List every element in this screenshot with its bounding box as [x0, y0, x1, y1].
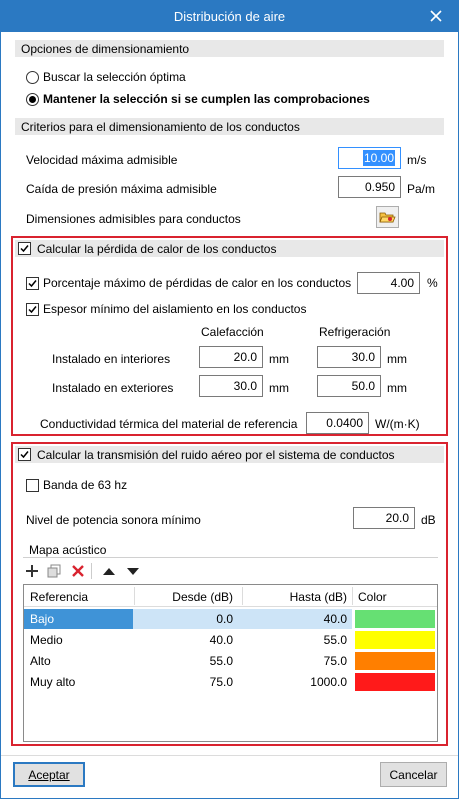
max-velocity-label: Velocidad máxima admisible [26, 153, 178, 167]
dialog-window: Distribución de aire Opciones de dimensi… [0, 0, 459, 799]
col-header-color: Color [358, 590, 387, 604]
table-row-2-color-swatch[interactable] [355, 652, 435, 670]
table-row-0-color-swatch[interactable] [355, 610, 435, 628]
max-pressure-drop-input[interactable]: 0.950 [338, 176, 401, 198]
max-heat-loss-pct-input[interactable]: 4.00 [357, 272, 420, 294]
table-row-0-to[interactable]: 40.0 [243, 609, 351, 629]
exterior-heating-input[interactable]: 30.0 [199, 375, 263, 397]
interior-row-label: Instalado en interiores [52, 352, 171, 366]
acoustic-map-label: Mapa acústico [29, 543, 107, 557]
table-row-1-ref[interactable]: Medio [26, 630, 67, 650]
radio-optimal-label[interactable]: Buscar la selección óptima [43, 70, 186, 84]
table-row-3-to[interactable]: 1000.0 [243, 672, 351, 692]
col-heating-label: Calefacción [201, 325, 264, 339]
sizing-options-header: Opciones de dimensionamiento [15, 40, 444, 57]
radio-keep-selection-label[interactable]: Mantener la selección si se cumplen las … [43, 92, 370, 106]
radio-keep-selection[interactable] [26, 93, 39, 106]
table-row-3-color-swatch[interactable] [355, 673, 435, 691]
heat-loss-checkbox[interactable] [18, 242, 31, 255]
col-header-to: Hasta (dB) [289, 590, 347, 604]
table-row-0-from[interactable]: 0.0 [135, 609, 237, 629]
exterior-heating-unit: mm [269, 381, 289, 395]
min-insulation-label: Espesor mínimo del aislamiento en los co… [43, 302, 307, 316]
max-pressure-drop-unit: Pa/m [407, 182, 436, 196]
exterior-row-label: Instalado en exteriores [52, 381, 174, 395]
move-up-icon[interactable] [101, 563, 117, 579]
acoustic-map-divider [23, 557, 438, 558]
table-row-2-to[interactable]: 75.0 [243, 651, 351, 671]
interior-heating-unit: mm [269, 352, 289, 366]
move-down-icon[interactable] [125, 563, 141, 579]
cancel-button[interactable]: Cancelar [380, 762, 447, 787]
exterior-cooling-unit: mm [387, 381, 407, 395]
radio-optimal[interactable] [26, 71, 39, 84]
table-row-0-ref[interactable]: Bajo [26, 609, 58, 629]
col-divider [352, 587, 353, 605]
max-heat-loss-pct-checkbox[interactable] [26, 277, 39, 290]
accept-button[interactable]: Aceptar [13, 762, 85, 787]
max-heat-loss-pct-label: Porcentaje máximo de pérdidas de calor e… [43, 276, 352, 290]
max-velocity-input[interactable]: 10.00 [338, 147, 401, 169]
table-row-1-to[interactable]: 55.0 [243, 630, 351, 650]
col-header-ref: Referencia [30, 590, 89, 604]
col-header-from: Desde (dB) [172, 590, 233, 604]
table-row-3-ref[interactable]: Muy alto [26, 672, 79, 692]
title-bar: Distribución de aire [1, 1, 458, 32]
min-power-unit: dB [421, 513, 436, 527]
heat-loss-header: Calcular la pérdida de calor de los cond… [15, 240, 444, 257]
folder-open-icon [379, 212, 396, 223]
window-title: Distribución de aire [173, 9, 286, 24]
max-pressure-drop-label: Caída de presión máxima admisible [26, 182, 217, 196]
table-row-2-from[interactable]: 55.0 [135, 651, 237, 671]
conductivity-label: Conductividad térmica del material de re… [40, 417, 298, 431]
admissible-dims-button[interactable] [376, 206, 399, 228]
table-row-3-from[interactable]: 75.0 [135, 672, 237, 692]
dialog-body: Opciones de dimensionamiento Buscar la s… [1, 32, 458, 798]
close-icon[interactable] [426, 6, 446, 26]
toolbar-separator [91, 563, 92, 579]
noise-header: Calcular la transmisión del ruido aéreo … [15, 446, 444, 463]
min-insulation-checkbox[interactable] [26, 303, 39, 316]
col-cooling-label: Refrigeración [319, 325, 391, 339]
conductivity-unit: W/(m·K) [375, 417, 420, 431]
table-row-1-color-swatch[interactable] [355, 631, 435, 649]
interior-heating-input[interactable]: 20.0 [199, 346, 263, 368]
max-velocity-unit: m/s [407, 153, 427, 167]
noise-checkbox[interactable] [18, 448, 31, 461]
min-power-input[interactable]: 20.0 [353, 507, 415, 529]
exterior-cooling-input[interactable]: 50.0 [317, 375, 381, 397]
band-63-label: Banda de 63 hz [43, 478, 128, 492]
delete-icon[interactable] [70, 563, 86, 579]
duct-criteria-header: Criterios para el dimensionamiento de lo… [15, 118, 444, 135]
band-63-checkbox[interactable] [26, 479, 39, 492]
interior-cooling-input[interactable]: 30.0 [317, 346, 381, 368]
add-icon[interactable] [24, 563, 40, 579]
footer-separator [1, 755, 458, 756]
table-row-2-ref[interactable]: Alto [26, 651, 55, 671]
admissible-dims-label: Dimensiones admisibles para conductos [26, 212, 241, 226]
table-row-1-from[interactable]: 40.0 [135, 630, 237, 650]
interior-cooling-unit: mm [387, 352, 407, 366]
acoustic-map-table: Referencia Desde (dB) Hasta (dB) Color B… [23, 584, 438, 742]
min-power-label: Nivel de potencia sonora mínimo [26, 513, 201, 527]
max-heat-loss-pct-unit: % [427, 276, 438, 290]
accept-button-label: Aceptar [28, 768, 70, 782]
copy-icon[interactable] [46, 563, 62, 579]
conductivity-input[interactable]: 0.0400 [306, 412, 369, 434]
